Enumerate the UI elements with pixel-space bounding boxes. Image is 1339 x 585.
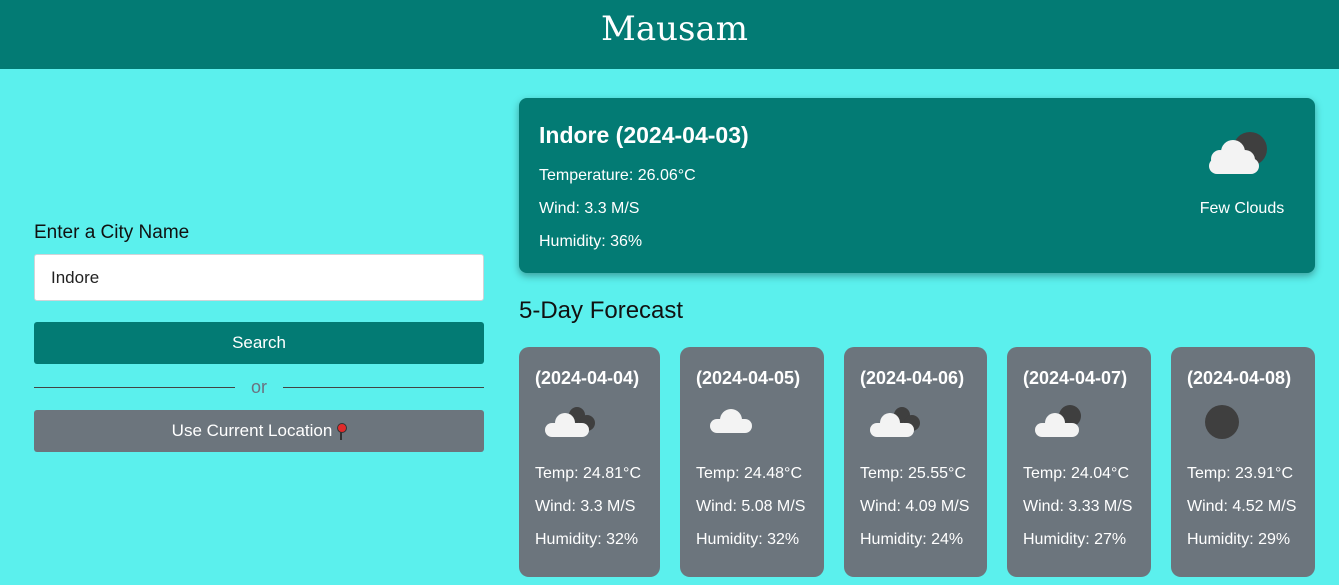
current-condition-text: Few Clouds [1199,200,1285,217]
location-button-label: Use Current Location [171,421,333,440]
forecast-card: (2024-04-04) Temp: 24.81°C Wind: 3.3 M/S… [519,347,660,577]
forecast-date: (2024-04-04) [535,368,640,388]
forecast-wind: Wind: 4.52 M/S [1187,498,1297,515]
city-label: Enter a City Name [34,222,190,243]
forecast-card: (2024-04-05) Temp: 24.48°C Wind: 5.08 M/… [680,347,824,577]
forecast-humidity: Humidity: 32% [696,531,800,548]
or-divider: or [34,376,485,397]
forecast-card: (2024-04-08) Temp: 23.91°C Wind: 4.52 M/… [1171,347,1315,577]
current-humidity: Humidity: 36% [539,233,643,250]
few-clouds-icon [1197,132,1287,178]
forecast-card: (2024-04-07) Temp: 24.04°C Wind: 3.33 M/… [1007,347,1151,577]
city-input[interactable] [34,254,484,301]
forecast-date: (2024-04-05) [696,368,801,388]
forecast-humidity: Humidity: 32% [535,531,639,548]
search-panel: Enter a City Name Search or Use Current … [34,222,485,452]
forecast-temp: Temp: 24.04°C [1023,465,1130,482]
forecast-temp: Temp: 23.91°C [1187,465,1294,482]
current-weather-title: Indore (2024-04-03) [539,122,749,148]
forecast-humidity: Humidity: 24% [860,531,964,548]
search-button[interactable]: Search [34,322,484,364]
forecast-heading: 5-Day Forecast [519,297,684,324]
few-clouds-icon [1023,397,1151,451]
divider-text: or [251,376,268,397]
app-title: Mausam [601,8,748,49]
forecast-wind: Wind: 3.33 M/S [1023,498,1133,515]
forecast-temp: Temp: 24.48°C [696,465,803,482]
current-condition: Few Clouds [1197,132,1287,218]
broken-clouds-icon [535,397,660,451]
forecast-wind: Wind: 3.3 M/S [535,498,636,515]
use-current-location-button[interactable]: Use Current Location [34,410,484,452]
forecast-card: (2024-04-06) Temp: 25.55°C Wind: 4.09 M/… [844,347,987,577]
forecast-date: (2024-04-06) [860,368,965,388]
forecast-temp: Temp: 24.81°C [535,465,642,482]
forecast-humidity: Humidity: 29% [1187,531,1291,548]
forecast-wind: Wind: 4.09 M/S [860,498,970,515]
clear-sky-icon [1187,397,1315,451]
app-header: Mausam [0,0,1339,69]
scattered-clouds-icon [696,397,824,451]
divider-line-left [34,386,235,388]
divider-line-right [283,386,485,388]
round-pushpin-icon [336,422,348,440]
current-temperature: Temperature: 26.06°C [539,167,696,184]
broken-clouds-icon [860,397,987,451]
forecast-wind: Wind: 5.08 M/S [696,498,806,515]
forecast-date: (2024-04-07) [1023,368,1128,388]
forecast-humidity: Humidity: 27% [1023,531,1127,548]
current-wind: Wind: 3.3 M/S [539,200,640,217]
current-weather-card: Indore (2024-04-03) Temperature: 26.06°C… [519,98,1315,273]
forecast-date: (2024-04-08) [1187,368,1292,388]
forecast-temp: Temp: 25.55°C [860,465,967,482]
